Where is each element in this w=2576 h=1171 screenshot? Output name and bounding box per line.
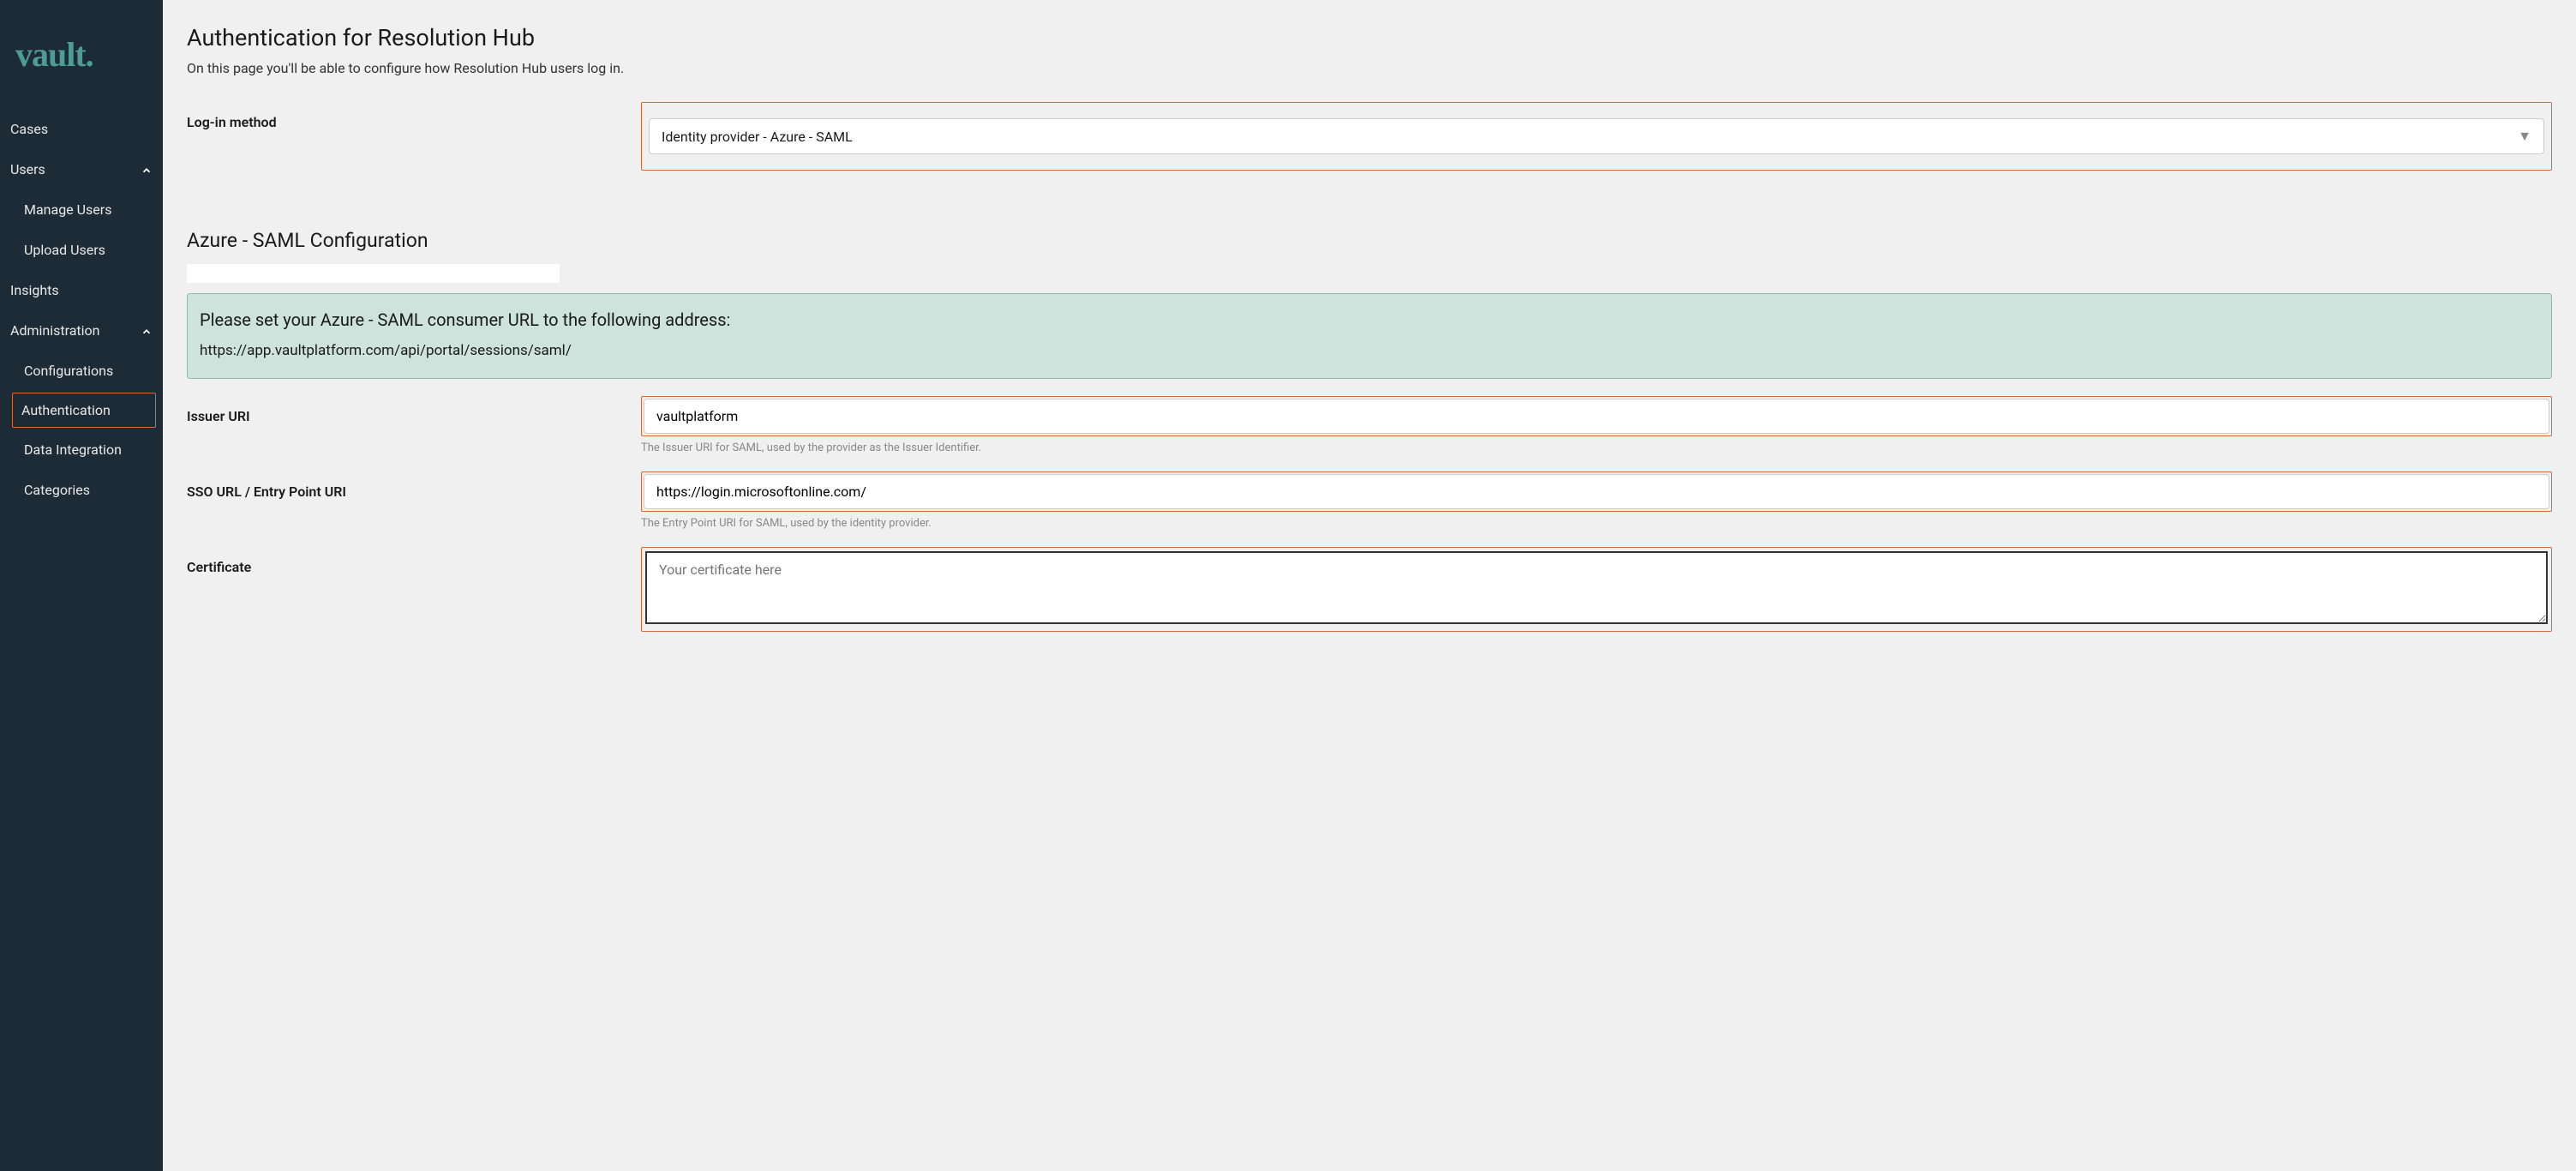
sidebar-item-authentication[interactable]: Authentication [12, 393, 156, 428]
section-title: Azure - SAML Configuration [187, 229, 2552, 252]
sidebar-item-administration[interactable]: Administration [0, 310, 163, 351]
sidebar-item-cases[interactable]: Cases [0, 109, 163, 149]
white-strip [187, 264, 560, 283]
sso-url-label: SSO URL / Entry Point URI [187, 471, 641, 500]
chevron-up-icon [141, 325, 153, 337]
sidebar-item-label: Insights [10, 282, 59, 298]
issuer-uri-input[interactable] [644, 399, 2549, 434]
logo-text: vault. [15, 35, 93, 74]
login-method-value: Identity provider - Azure - SAML [662, 129, 853, 145]
sso-url-highlight [641, 471, 2552, 512]
login-method-select[interactable]: Identity provider - Azure - SAML ▼ [649, 118, 2544, 154]
issuer-uri-label: Issuer URI [187, 396, 641, 424]
page-description: On this page you'll be able to configure… [187, 60, 2552, 76]
sidebar-item-insights[interactable]: Insights [0, 270, 163, 310]
sidebar-item-label: Categories [24, 482, 90, 498]
sidebar-item-label: Configurations [24, 363, 113, 379]
sidebar-item-manage-users[interactable]: Manage Users [0, 189, 163, 230]
sidebar-item-label: Cases [10, 121, 48, 137]
nav: Cases Users Manage Users Upload Users In… [0, 109, 163, 510]
sidebar-item-label: Manage Users [24, 201, 111, 218]
sidebar-item-users[interactable]: Users [0, 149, 163, 189]
sidebar-item-upload-users[interactable]: Upload Users [0, 230, 163, 270]
main-content: Authentication for Resolution Hub On thi… [163, 0, 2576, 1171]
certificate-label: Certificate [187, 547, 641, 575]
sidebar-item-label: Authentication [21, 402, 111, 418]
banner-title: Please set your Azure - SAML consumer UR… [200, 309, 2539, 330]
sso-url-help: The Entry Point URI for SAML, used by th… [641, 517, 2552, 530]
chevron-up-icon [141, 164, 153, 176]
page-title: Authentication for Resolution Hub [187, 24, 2552, 51]
issuer-uri-highlight [641, 396, 2552, 436]
issuer-uri-help: The Issuer URI for SAML, used by the pro… [641, 441, 2552, 454]
row-issuer-uri: Issuer URI The Issuer URI for SAML, used… [187, 396, 2552, 454]
login-method-highlight: Identity provider - Azure - SAML ▼ [641, 102, 2552, 171]
consumer-url-banner: Please set your Azure - SAML consumer UR… [187, 293, 2552, 379]
row-sso-url: SSO URL / Entry Point URI The Entry Poin… [187, 471, 2552, 530]
sidebar-item-label: Users [10, 161, 45, 177]
login-method-label: Log-in method [187, 102, 641, 130]
sidebar-item-categories[interactable]: Categories [0, 470, 163, 510]
row-login-method: Log-in method Identity provider - Azure … [187, 102, 2552, 171]
certificate-textarea[interactable] [645, 551, 2548, 624]
certificate-highlight [641, 547, 2552, 632]
sso-url-input[interactable] [644, 474, 2549, 509]
caret-down-icon: ▼ [2518, 128, 2531, 145]
sidebar-item-configurations[interactable]: Configurations [0, 351, 163, 391]
sidebar: vault. Cases Users Manage Users Upload U… [0, 0, 163, 1171]
sidebar-item-label: Data Integration [24, 441, 122, 458]
sidebar-item-data-integration[interactable]: Data Integration [0, 429, 163, 470]
logo: vault. [0, 9, 163, 109]
banner-url: https://app.vaultplatform.com/api/portal… [200, 342, 2539, 359]
sidebar-item-label: Upload Users [24, 242, 105, 258]
sidebar-item-label: Administration [10, 322, 100, 339]
row-certificate: Certificate [187, 547, 2552, 632]
